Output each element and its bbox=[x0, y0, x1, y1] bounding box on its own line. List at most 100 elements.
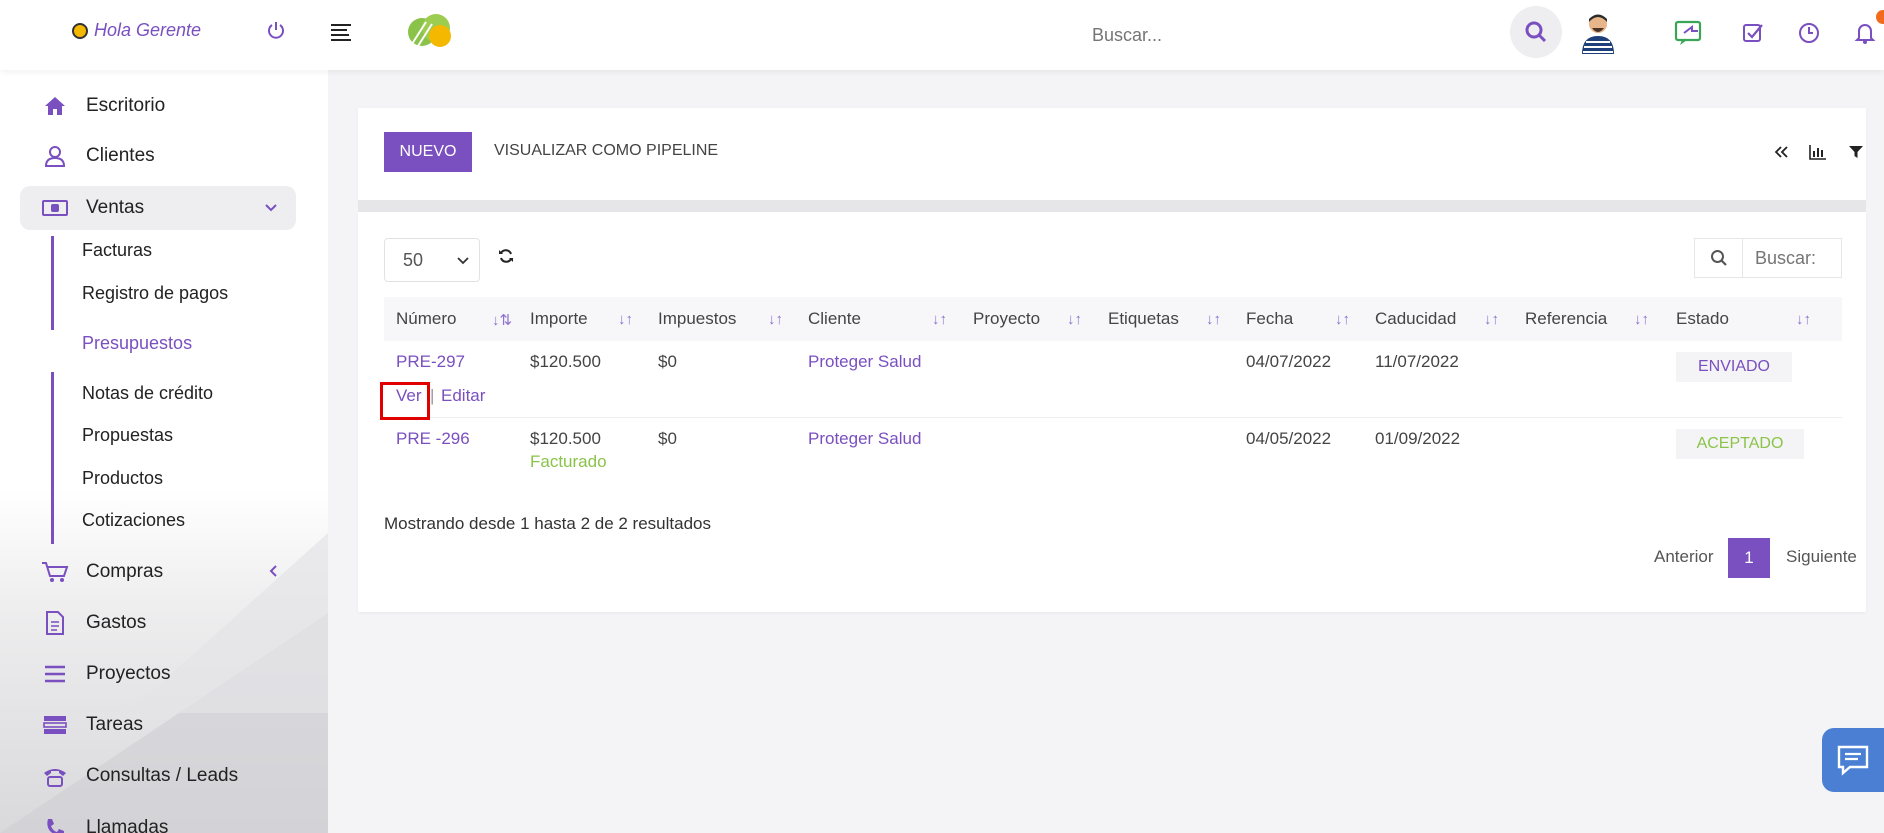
row-divider bbox=[384, 417, 1842, 418]
document-icon bbox=[38, 611, 72, 635]
list-icon bbox=[38, 665, 72, 683]
table-search-input[interactable] bbox=[1742, 238, 1842, 278]
column-header-numero[interactable]: Número bbox=[396, 309, 456, 329]
column-header-cliente[interactable]: Cliente bbox=[808, 309, 861, 329]
tax-cell: $0 bbox=[658, 352, 677, 371]
sidebar-item-label: Clientes bbox=[86, 145, 155, 166]
sidebar-item-compras[interactable]: Compras bbox=[20, 550, 296, 594]
sidebar-item-clientes[interactable]: Clientes bbox=[20, 134, 296, 178]
edit-link[interactable]: Editar bbox=[441, 386, 485, 406]
sidebar-item-consultas-leads[interactable]: Consultas / Leads bbox=[20, 754, 296, 798]
sidebar-subitem-productos[interactable]: Productos bbox=[82, 468, 163, 489]
client-link[interactable]: Proteger Salud bbox=[808, 352, 921, 372]
avatar[interactable] bbox=[1578, 10, 1618, 54]
search-icon bbox=[1525, 21, 1547, 43]
chat-screen-icon[interactable] bbox=[1674, 18, 1704, 48]
amount-cell: $120.500 bbox=[530, 429, 601, 448]
sort-icon[interactable]: ↓↑ bbox=[1067, 311, 1082, 328]
sidebar-item-label: Ventas bbox=[86, 197, 145, 218]
sidebar-item-gastos[interactable]: Gastos bbox=[20, 601, 296, 645]
money-icon bbox=[38, 199, 72, 217]
chat-widget-button[interactable] bbox=[1822, 728, 1884, 792]
column-header-estado[interactable]: Estado bbox=[1676, 309, 1729, 329]
sidebar-subitem-propuestas[interactable]: Propuestas bbox=[82, 425, 173, 446]
tasks-icon bbox=[38, 715, 72, 735]
power-icon[interactable] bbox=[266, 20, 286, 40]
column-header-importe[interactable]: Importe bbox=[530, 309, 588, 329]
sidebar-item-label: Consultas / Leads bbox=[86, 765, 239, 786]
sidebar-subitem-cotizaciones[interactable]: Cotizaciones bbox=[82, 510, 185, 531]
pagination-page-1[interactable]: 1 bbox=[1728, 538, 1770, 578]
chevron-down-icon bbox=[457, 253, 469, 268]
sidebar-subitem-notas-credito[interactable]: Notas de crédito bbox=[82, 383, 213, 404]
column-header-proyecto[interactable]: Proyecto bbox=[973, 309, 1040, 329]
submenu-bar bbox=[51, 236, 54, 330]
sidebar-item-escritorio[interactable]: Escritorio bbox=[20, 84, 296, 128]
pipeline-view-link[interactable]: VISUALIZAR COMO PIPELINE bbox=[494, 142, 718, 160]
expiry-cell: 01/09/2022 bbox=[1375, 429, 1461, 448]
filter-icon[interactable] bbox=[1846, 142, 1866, 162]
column-header-etiquetas[interactable]: Etiquetas bbox=[1108, 309, 1179, 329]
refresh-icon[interactable] bbox=[498, 248, 518, 268]
sidebar-item-label: Gastos bbox=[86, 612, 147, 633]
chevron-left-icon bbox=[268, 564, 278, 581]
sort-icon[interactable]: ↓↑ bbox=[932, 311, 947, 328]
bell-icon[interactable] bbox=[1850, 18, 1880, 48]
column-header-impuestos[interactable]: Impuestos bbox=[658, 309, 736, 329]
status-badge: ACEPTADO bbox=[1676, 429, 1804, 459]
clock-icon[interactable] bbox=[1794, 18, 1824, 48]
column-header-fecha[interactable]: Fecha bbox=[1246, 309, 1293, 329]
sort-icon[interactable]: ↓↑ bbox=[768, 311, 783, 328]
sidebar-item-proyectos[interactable]: Proyectos bbox=[20, 652, 296, 696]
sidebar-subitem-presupuestos[interactable]: Presupuestos bbox=[82, 333, 192, 354]
sidebar-subitem-registro-pagos[interactable]: Registro de pagos bbox=[82, 283, 228, 304]
bar-chart-icon[interactable] bbox=[1808, 142, 1828, 162]
sort-icon[interactable]: ↓↑ bbox=[1796, 311, 1811, 328]
column-header-referencia[interactable]: Referencia bbox=[1525, 309, 1607, 329]
amount-cell: $120.500 bbox=[530, 352, 601, 371]
greeting: Hola Gerente bbox=[72, 20, 201, 41]
sort-icon[interactable]: ↓⇅ bbox=[492, 311, 512, 329]
sort-icon[interactable]: ↓↑ bbox=[1634, 311, 1649, 328]
table-summary: Mostrando desde 1 hasta 2 de 2 resultado… bbox=[384, 514, 711, 533]
search-button[interactable] bbox=[1510, 6, 1562, 58]
sidebar-item-label: Proyectos bbox=[86, 663, 171, 684]
estimate-number-link[interactable]: PRE-297 bbox=[396, 352, 465, 372]
new-button[interactable]: NUEVO bbox=[384, 132, 472, 172]
sort-icon[interactable]: ↓↑ bbox=[1484, 311, 1499, 328]
sort-icon[interactable]: ↓↑ bbox=[618, 311, 633, 328]
toolbar-card: NUEVO VISUALIZAR COMO PIPELINE bbox=[358, 108, 1866, 200]
pagination-next[interactable]: Siguiente bbox=[1786, 547, 1857, 567]
sort-icon[interactable]: ↓↑ bbox=[1206, 311, 1221, 328]
pagination-prev[interactable]: Anterior bbox=[1654, 547, 1714, 567]
sort-icon[interactable]: ↓↑ bbox=[1335, 311, 1350, 328]
sidebar-item-ventas[interactable]: Ventas bbox=[20, 186, 296, 230]
sidebar-item-label: Llamadas bbox=[86, 817, 169, 833]
client-link[interactable]: Proteger Salud bbox=[808, 429, 921, 449]
brand-logo[interactable] bbox=[404, 10, 456, 50]
home-icon bbox=[38, 96, 72, 116]
tasks-check-icon[interactable] bbox=[1738, 18, 1768, 48]
chevron-down-icon bbox=[264, 200, 278, 216]
page-length-select[interactable]: 50 bbox=[384, 238, 480, 282]
call-icon bbox=[38, 817, 72, 833]
expiry-cell: 11/07/2022 bbox=[1375, 352, 1459, 371]
global-search-input[interactable] bbox=[1092, 20, 1492, 50]
sidebar-item-tareas[interactable]: Tareas bbox=[20, 703, 296, 747]
collapse-icon[interactable] bbox=[1772, 142, 1792, 162]
page-length-value: 50 bbox=[403, 249, 424, 270]
status-badge: ENVIADO bbox=[1676, 352, 1792, 382]
sidebar-item-label: Compras bbox=[86, 561, 164, 582]
submenu-bar bbox=[51, 372, 54, 544]
menu-toggle-icon[interactable] bbox=[331, 24, 351, 41]
estimates-table-card: 50 Número ↓⇅ Importe ↓↑ Impuestos ↓↑ Cli… bbox=[358, 212, 1866, 612]
sidebar-item-label: Escritorio bbox=[86, 95, 166, 116]
user-icon bbox=[38, 145, 72, 167]
estimate-number-link[interactable]: PRE -296 bbox=[396, 429, 470, 449]
chat-icon bbox=[1837, 745, 1869, 776]
date-cell: 04/07/2022 bbox=[1246, 352, 1332, 371]
sidebar-item-llamadas[interactable]: Llamadas bbox=[20, 806, 296, 833]
column-header-caducidad[interactable]: Caducidad bbox=[1375, 309, 1456, 329]
sidebar-subitem-facturas[interactable]: Facturas bbox=[82, 240, 152, 261]
highlight-box bbox=[380, 382, 430, 420]
